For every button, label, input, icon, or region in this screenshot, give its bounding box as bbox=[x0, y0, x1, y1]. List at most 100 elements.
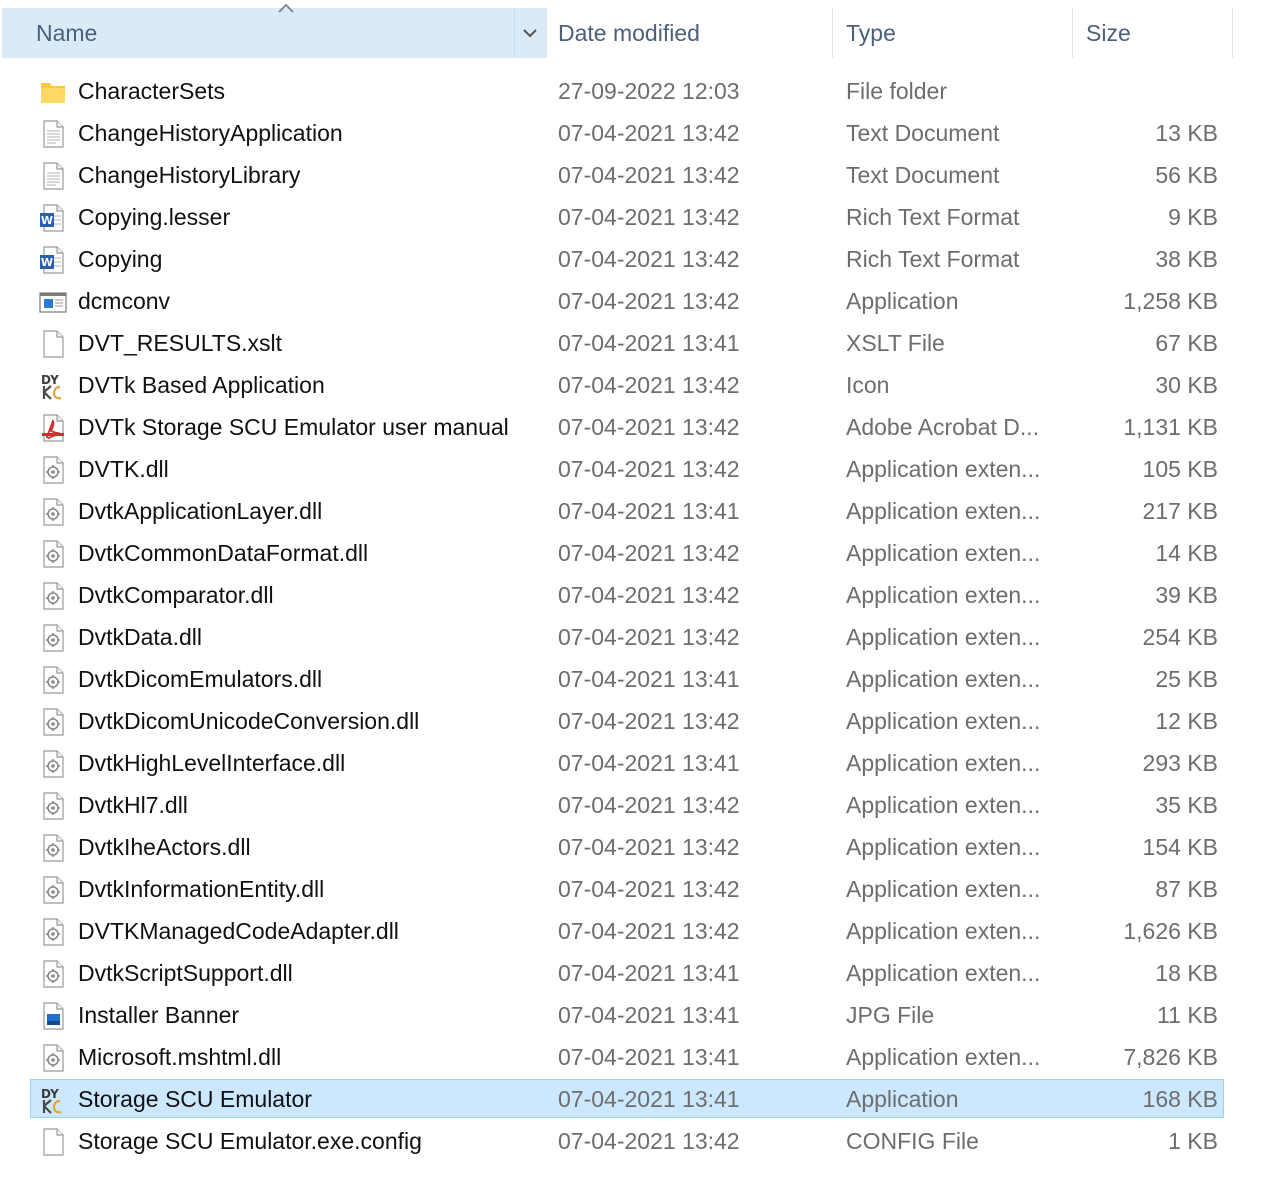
file-row[interactable]: DVTK.dll 07-04-2021 13:42 Application exte… bbox=[0, 448, 1262, 490]
file-row[interactable]: DvtkDicomUnicodeConversion.dll 07-04-2021… bbox=[0, 700, 1262, 742]
file-size: 217 KB bbox=[1142, 498, 1218, 524]
file-type: Application bbox=[846, 1086, 959, 1112]
dll-gear-icon bbox=[43, 918, 64, 946]
dll-gear-icon bbox=[43, 456, 64, 484]
file-type: Application exten... bbox=[846, 1044, 1041, 1070]
file-date-modified: 07-04-2021 13:42 bbox=[558, 204, 740, 230]
file-size: 14 KB bbox=[1155, 540, 1218, 566]
file-row[interactable]: dcmconv 07-04-2021 13:42 Application 1,258 … bbox=[0, 280, 1262, 322]
column-divider[interactable] bbox=[832, 8, 833, 58]
column-divider[interactable] bbox=[1072, 8, 1073, 58]
file-name: DVTk Based Application bbox=[78, 372, 325, 398]
file-row[interactable]: DvtkIheActors.dll 07-04-2021 13:42 Applica… bbox=[0, 826, 1262, 868]
file-size: 168 KB bbox=[1142, 1086, 1218, 1112]
file-date-modified: 07-04-2021 13:42 bbox=[558, 582, 740, 608]
file-name: DvtkIheActors.dll bbox=[78, 834, 251, 860]
file-size: 9 KB bbox=[1168, 204, 1218, 230]
file-row[interactable]: DvtkCommonDataFormat.dll 07-04-2021 13:42… bbox=[0, 532, 1262, 574]
file-name: DvtkScriptSupport.dll bbox=[78, 960, 293, 986]
image-file-icon bbox=[43, 1002, 64, 1030]
column-header-date-modified[interactable]: Date modified bbox=[548, 8, 830, 58]
column-header-name[interactable]: Name bbox=[2, 8, 546, 58]
column-divider[interactable] bbox=[546, 8, 547, 58]
file-row[interactable]: ChangeHistoryLibrary 07-04-2021 13:42 Text… bbox=[0, 154, 1262, 196]
chevron-down-icon bbox=[523, 29, 537, 38]
file-size: 154 KB bbox=[1142, 834, 1218, 860]
file-row[interactable]: Microsoft.mshtml.dll 07-04-2021 13:41 Appl… bbox=[0, 1036, 1262, 1078]
file-type: Text Document bbox=[846, 120, 1000, 146]
file-type: Rich Text Format bbox=[846, 204, 1020, 230]
svg-text:W: W bbox=[41, 214, 53, 227]
file-list: CharacterSets 27-09-2022 12:03 File folder… bbox=[0, 70, 1262, 1162]
file-date-modified: 07-04-2021 13:42 bbox=[558, 834, 740, 860]
file-date-modified: 07-04-2021 13:42 bbox=[558, 288, 740, 314]
file-date-modified: 07-04-2021 13:42 bbox=[558, 1128, 740, 1154]
file-size: 105 KB bbox=[1142, 456, 1218, 482]
column-header-size[interactable]: Size bbox=[1076, 8, 1232, 58]
file-row[interactable]: DvtkInformationEntity.dll 07-04-2021 13:4… bbox=[0, 868, 1262, 910]
file-row[interactable]: DVTKManagedCodeAdapter.dll 07-04-2021 13:… bbox=[0, 910, 1262, 952]
file-type: Application exten... bbox=[846, 498, 1041, 524]
file-row[interactable]: DvtkHighLevelInterface.dll 07-04-2021 13:… bbox=[0, 742, 1262, 784]
file-type: CONFIG File bbox=[846, 1128, 979, 1154]
file-date-modified: 27-09-2022 12:03 bbox=[558, 78, 740, 104]
file-date-modified: 07-04-2021 13:42 bbox=[558, 246, 740, 272]
file-name: Storage SCU Emulator bbox=[78, 1086, 312, 1112]
file-row[interactable]: ChangeHistoryApplication 07-04-2021 13:42… bbox=[0, 112, 1262, 154]
file-name: DVTKManagedCodeAdapter.dll bbox=[78, 918, 399, 944]
file-row[interactable]: DvtkHl7.dll 07-04-2021 13:42 Application e… bbox=[0, 784, 1262, 826]
file-name: Installer Banner bbox=[78, 1002, 240, 1028]
file-size: 1,258 KB bbox=[1123, 288, 1218, 314]
file-size: 87 KB bbox=[1155, 876, 1218, 902]
file-date-modified: 07-04-2021 13:42 bbox=[558, 792, 740, 818]
file-size: 56 KB bbox=[1155, 162, 1218, 188]
file-row[interactable]: CharacterSets 27-09-2022 12:03 File folder bbox=[0, 70, 1262, 112]
file-name: Microsoft.mshtml.dll bbox=[78, 1044, 282, 1070]
dll-gear-icon bbox=[43, 624, 64, 652]
file-type: Application exten... bbox=[846, 708, 1041, 734]
column-divider[interactable] bbox=[1232, 8, 1233, 58]
file-date-modified: 07-04-2021 13:42 bbox=[558, 372, 740, 398]
file-date-modified: 07-04-2021 13:41 bbox=[558, 750, 740, 776]
svg-text:DY: DY bbox=[41, 1087, 59, 1101]
file-name: DvtkCommonDataFormat.dll bbox=[78, 540, 369, 566]
dvtk-logo-icon: DY bbox=[41, 373, 62, 400]
file-row[interactable]: DvtkComparator.dll 07-04-2021 13:42 Applic… bbox=[0, 574, 1262, 616]
file-date-modified: 07-04-2021 13:41 bbox=[558, 1002, 740, 1028]
file-name: DvtkHighLevelInterface.dll bbox=[78, 750, 346, 776]
file-date-modified: 07-04-2021 13:42 bbox=[558, 456, 740, 482]
file-type: Application exten... bbox=[846, 456, 1041, 482]
file-row[interactable]: W Copying 07-04-2021 13:42 Rich Text Format… bbox=[0, 238, 1262, 280]
file-row[interactable]: DY DVTk Based Application 07-04-2021 13:42… bbox=[0, 364, 1262, 406]
column-filter-dropdown-button[interactable] bbox=[514, 8, 544, 58]
column-header-type[interactable]: Type bbox=[836, 8, 1070, 58]
file-name: DvtkData.dll bbox=[78, 624, 202, 650]
file-date-modified: 07-04-2021 13:41 bbox=[558, 330, 740, 356]
application-window-icon bbox=[39, 292, 67, 313]
file-row[interactable]: DvtkData.dll 07-04-2021 13:42 Application … bbox=[0, 616, 1262, 658]
file-size: 67 KB bbox=[1155, 330, 1218, 356]
file-size: 25 KB bbox=[1155, 666, 1218, 692]
file-row[interactable]: DvtkDicomEmulators.dll 07-04-2021 13:41 Ap… bbox=[0, 658, 1262, 700]
file-type: Icon bbox=[846, 372, 890, 398]
file-type: Application exten... bbox=[846, 792, 1041, 818]
file-name: DvtkHl7.dll bbox=[78, 792, 188, 818]
file-row[interactable]: DvtkScriptSupport.dll 07-04-2021 13:41 App… bbox=[0, 952, 1262, 994]
file-type: Application exten... bbox=[846, 834, 1041, 860]
file-name: DvtkComparator.dll bbox=[78, 582, 274, 608]
file-row[interactable]: DVT_RESULTS.xslt 07-04-2021 13:41 XSLT Fil… bbox=[0, 322, 1262, 364]
file-size: 293 KB bbox=[1142, 750, 1218, 776]
file-name: CharacterSets bbox=[78, 78, 226, 104]
file-size: 38 KB bbox=[1155, 246, 1218, 272]
file-date-modified: 07-04-2021 13:41 bbox=[558, 666, 740, 692]
file-date-modified: 07-04-2021 13:41 bbox=[558, 498, 740, 524]
file-row[interactable]: Storage SCU Emulator.exe.config 07-04-202… bbox=[0, 1120, 1262, 1162]
file-name: DVT_RESULTS.xslt bbox=[78, 330, 283, 356]
file-row[interactable]: W Copying.lesser 07-04-2021 13:42 Rich Text… bbox=[0, 196, 1262, 238]
file-row[interactable]: DvtkApplicationLayer.dll 07-04-2021 13:41… bbox=[0, 490, 1262, 532]
file-row-selected[interactable]: DY Storage SCU Emulator 07-04-2021 13:41 Ap… bbox=[0, 1078, 1262, 1120]
file-row[interactable]: DVTk Storage SCU Emulator user manual 07-… bbox=[0, 406, 1262, 448]
file-row[interactable]: Installer Banner 07-04-2021 13:41 JPG File… bbox=[0, 994, 1262, 1036]
dll-gear-icon bbox=[43, 792, 64, 820]
file-date-modified: 07-04-2021 13:41 bbox=[558, 960, 740, 986]
